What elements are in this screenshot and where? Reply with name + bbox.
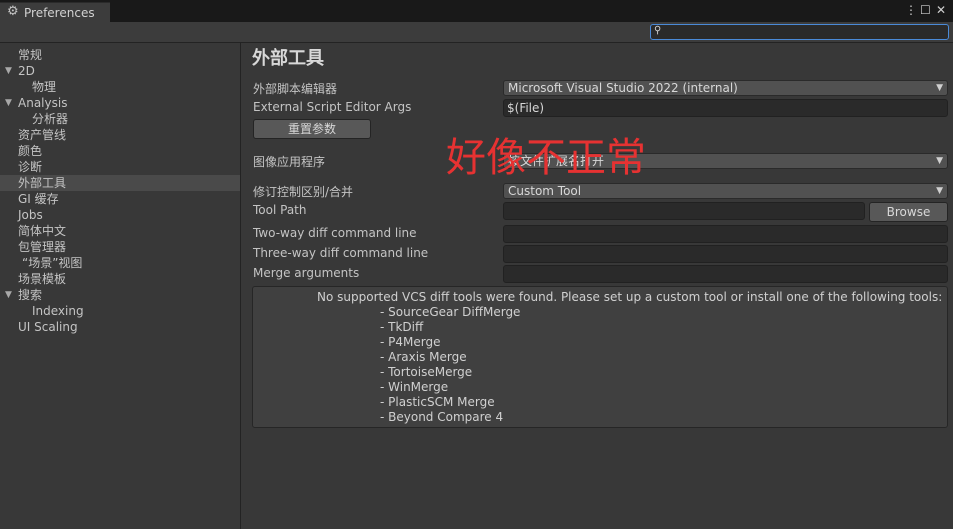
triangle-down-icon[interactable]: ▼ — [5, 287, 12, 303]
tool-path-field[interactable] — [503, 202, 865, 220]
editor-args-value: $(File) — [507, 101, 545, 115]
overlay-annotation: 好像不正常 — [446, 135, 646, 181]
revision-control-value: Custom Tool — [508, 184, 582, 198]
page-title: 外部工具 — [252, 48, 324, 69]
merge-arguments-label: Merge arguments — [253, 266, 360, 280]
search-box[interactable]: ⚲ — [650, 24, 949, 40]
window-tab[interactable]: ⚙ Preferences — [0, 2, 110, 22]
sidebar-item[interactable]: 资产管线 — [0, 127, 240, 143]
sidebar-item-label: 常规 — [18, 48, 43, 62]
sidebar-item-label: Indexing — [32, 304, 84, 318]
sidebar-item-label: 搜索 — [18, 288, 43, 302]
sidebar-item[interactable]: 诊断 — [0, 159, 240, 175]
close-icon[interactable]: ✕ — [936, 3, 946, 17]
sidebar-item-label: 包管理器 — [18, 240, 67, 254]
sidebar-item-label: GI 缓存 — [18, 192, 59, 206]
sidebar-item[interactable]: Indexing — [0, 303, 240, 319]
sidebar-item[interactable]: 颜色 — [0, 143, 240, 159]
sidebar-item[interactable]: ▼ Analysis — [0, 95, 240, 111]
chevron-down-icon: ▼ — [936, 186, 943, 196]
tool-list-item: - SourceGear DiffMerge — [380, 305, 521, 319]
sidebar-item-label: 场景模板 — [18, 272, 67, 286]
merge-arguments-field[interactable] — [503, 265, 948, 283]
two-way-diff-field[interactable] — [503, 225, 948, 243]
external-editor-value: Microsoft Visual Studio 2022 (internal) — [508, 81, 738, 95]
sidebar-item-label: Jobs — [18, 208, 43, 222]
sidebar-item[interactable]: Jobs — [0, 207, 240, 223]
sidebar-item-label: 简体中文 — [18, 224, 67, 238]
window-title: Preferences — [24, 6, 95, 20]
external-editor-label: 外部脚本编辑器 — [253, 82, 338, 96]
sidebar-item[interactable]: 场景模板 — [0, 271, 240, 287]
sidebar-item-label: 2D — [18, 64, 35, 78]
sidebar-item-label: UI Scaling — [18, 320, 78, 334]
sidebar-item-label: 分析器 — [32, 112, 69, 126]
search-icon: ⚲ — [654, 25, 662, 36]
gear-icon: ⚙ — [7, 4, 19, 19]
sidebar-item[interactable]: 外部工具 — [0, 175, 240, 191]
tool-list-item: - TortoiseMerge — [380, 365, 473, 379]
browse-button[interactable]: Browse — [869, 202, 948, 222]
tool-list-item: - P4Merge — [380, 335, 441, 349]
two-way-diff-label: Two-way diff command line — [253, 226, 417, 240]
tool-list-item: - TkDiff — [380, 320, 424, 334]
three-way-diff-field[interactable] — [503, 245, 948, 263]
triangle-down-icon[interactable]: ▼ — [5, 63, 12, 79]
sidebar-item[interactable]: GI 缓存 — [0, 191, 240, 207]
triangle-down-icon[interactable]: ▼ — [5, 95, 12, 111]
more-options-icon[interactable]: ⋮ — [905, 3, 917, 17]
sidebar-item-label: 物理 — [32, 80, 57, 94]
maximize-icon[interactable]: ☐ — [920, 3, 931, 17]
sidebar-item-label: 颜色 — [18, 144, 43, 158]
sidebar-item[interactable]: 常规 — [0, 47, 240, 63]
external-editor-dropdown[interactable]: Microsoft Visual Studio 2022 (internal) … — [503, 80, 948, 96]
sidebar-item-label: 诊断 — [18, 160, 43, 174]
revision-control-label: 修订控制区别/合并 — [253, 185, 354, 199]
tool-path-label: Tool Path — [253, 203, 307, 217]
sidebar-item-label: 资产管线 — [18, 128, 67, 142]
image-app-label: 图像应用程序 — [253, 155, 326, 169]
sidebar-item[interactable]: ▼ 搜索 — [0, 287, 240, 303]
chevron-down-icon: ▼ — [936, 83, 943, 93]
sidebar-item-label: 外部工具 — [18, 176, 67, 190]
sidebar-item[interactable]: 简体中文 — [0, 223, 240, 239]
tool-list-item: - PlasticSCM Merge — [380, 395, 495, 409]
sidebar-item-label: “场景”视图 — [22, 256, 83, 270]
help-message: No supported VCS diff tools were found. … — [317, 290, 943, 304]
sidebar-item[interactable]: 分析器 — [0, 111, 240, 127]
search-input[interactable] — [665, 25, 945, 39]
revision-control-dropdown[interactable]: Custom Tool ▼ — [503, 183, 948, 199]
sidebar-item[interactable]: 物理 — [0, 79, 240, 95]
reset-arguments-button[interactable]: 重置参数 — [253, 119, 371, 139]
sidebar-item[interactable]: “场景”视图 — [0, 255, 240, 271]
chevron-down-icon: ▼ — [936, 156, 943, 166]
sidebar-item[interactable]: 包管理器 — [0, 239, 240, 255]
title-bar — [0, 0, 953, 22]
sidebar-item-label: Analysis — [18, 96, 68, 110]
editor-args-field[interactable]: $(File) — [503, 99, 948, 117]
sidebar-item[interactable]: ▼ 2D — [0, 63, 240, 79]
tool-list-item: - Araxis Merge — [380, 350, 467, 364]
tool-list-item: - Beyond Compare 4 — [380, 410, 504, 424]
three-way-diff-label: Three-way diff command line — [253, 246, 429, 260]
editor-args-label: External Script Editor Args — [253, 100, 412, 114]
help-box: No supported VCS diff tools were found. … — [252, 286, 948, 428]
tool-list-item: - WinMerge — [380, 380, 449, 394]
sidebar-item[interactable]: UI Scaling — [0, 319, 240, 335]
